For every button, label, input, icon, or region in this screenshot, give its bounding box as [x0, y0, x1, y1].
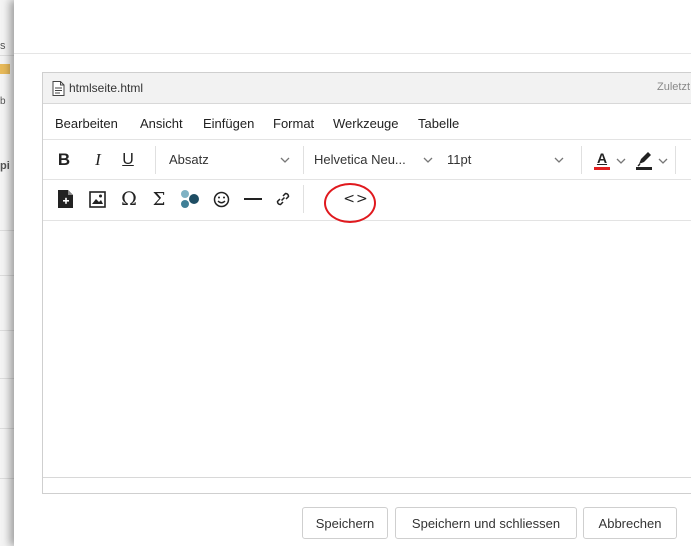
file-header: htmlseite.html Zuletzt: [43, 73, 691, 104]
menu-ansicht[interactable]: Ansicht: [140, 116, 183, 131]
background-page: s b pi: [0, 0, 15, 546]
font-size-value: 11pt: [447, 152, 472, 167]
background-divider: [0, 330, 14, 331]
horizontal-rule-icon: [244, 198, 262, 200]
chevron-down-icon: [554, 157, 564, 163]
font-size-dropdown[interactable]: 11pt: [447, 149, 581, 171]
background-divider: [0, 378, 14, 379]
background-text-fragment: b: [0, 96, 6, 107]
block-format-value: Absatz: [169, 152, 209, 167]
formatting-toolbar: B I U Absatz Helvetica Neu... 11pt A: [43, 139, 691, 180]
cancel-button[interactable]: Abbrechen: [583, 507, 677, 539]
chevron-down-icon[interactable]: [615, 152, 627, 170]
block-format-dropdown[interactable]: Absatz: [169, 149, 297, 171]
text-color-button[interactable]: A: [591, 146, 613, 174]
toolbar-separator: [303, 146, 304, 174]
highlighter-icon: [637, 151, 651, 167]
highlight-color-button[interactable]: [633, 146, 655, 174]
italic-button[interactable]: I: [87, 148, 109, 172]
menu-bearbeiten[interactable]: Bearbeiten: [55, 116, 118, 131]
chevron-down-icon: [423, 157, 433, 163]
toolbar-separator: [155, 146, 156, 174]
background-color-block: [0, 64, 10, 74]
background-divider: [0, 55, 14, 56]
toolbar-separator: [675, 146, 676, 174]
menu-bar: Bearbeiten Ansicht Einfügen Format Werkz…: [43, 104, 691, 138]
math-formula-button[interactable]: Σ: [147, 187, 171, 211]
document-plus-icon: [57, 190, 73, 208]
link-icon: [276, 192, 290, 206]
toolbar-separator: [303, 185, 304, 213]
highlight-color-swatch: [636, 166, 652, 170]
menu-format[interactable]: Format: [273, 116, 314, 131]
editor-dialog: htmlseite.html Zuletzt Bearbeiten Ansich…: [14, 0, 691, 546]
background-divider: [0, 275, 14, 276]
background-divider: [0, 230, 14, 231]
menu-einfuegen[interactable]: Einfügen: [203, 116, 254, 131]
bold-button[interactable]: B: [53, 148, 75, 172]
insert-image-button[interactable]: [85, 187, 109, 211]
insert-document-button[interactable]: [53, 187, 77, 211]
source-code-button[interactable]: <>: [343, 187, 369, 211]
last-saved-label: Zuletzt: [656, 81, 690, 93]
special-character-button[interactable]: Ω: [117, 187, 141, 211]
menu-werkzeuge[interactable]: Werkzeuge: [333, 116, 399, 131]
dialog-header: [14, 0, 691, 54]
menu-tabelle[interactable]: Tabelle: [418, 116, 459, 131]
font-family-value: Helvetica Neu...: [314, 152, 406, 167]
plugin-button[interactable]: [177, 187, 203, 211]
molecule-icon: [181, 190, 199, 208]
horizontal-line-button[interactable]: [241, 187, 265, 211]
document-icon: [52, 81, 65, 96]
toolbar-separator: [581, 146, 582, 174]
text-color-swatch: [594, 167, 610, 170]
insert-toolbar: Ω Σ <>: [43, 179, 691, 221]
file-name: htmlseite.html: [69, 81, 144, 95]
editor-content-area[interactable]: [43, 221, 691, 477]
image-icon: [88, 190, 106, 208]
background-divider: [0, 478, 14, 479]
insert-link-button[interactable]: [271, 187, 295, 211]
underline-button[interactable]: U: [117, 148, 139, 172]
background-divider: [0, 428, 14, 429]
rich-text-editor: htmlseite.html Zuletzt Bearbeiten Ansich…: [42, 72, 691, 494]
editor-status-bar: [43, 477, 691, 493]
background-text-fragment: s: [0, 40, 6, 52]
save-button[interactable]: Speichern: [302, 507, 388, 539]
chevron-down-icon[interactable]: [657, 152, 669, 170]
smiley-icon: [213, 191, 229, 207]
text-color-icon: A: [596, 150, 608, 166]
background-text-fragment: pi: [0, 160, 10, 172]
font-family-dropdown[interactable]: Helvetica Neu...: [314, 149, 440, 171]
insert-emoji-button[interactable]: [209, 187, 233, 211]
chevron-down-icon: [280, 157, 290, 163]
save-and-close-button[interactable]: Speichern und schliessen: [395, 507, 577, 539]
